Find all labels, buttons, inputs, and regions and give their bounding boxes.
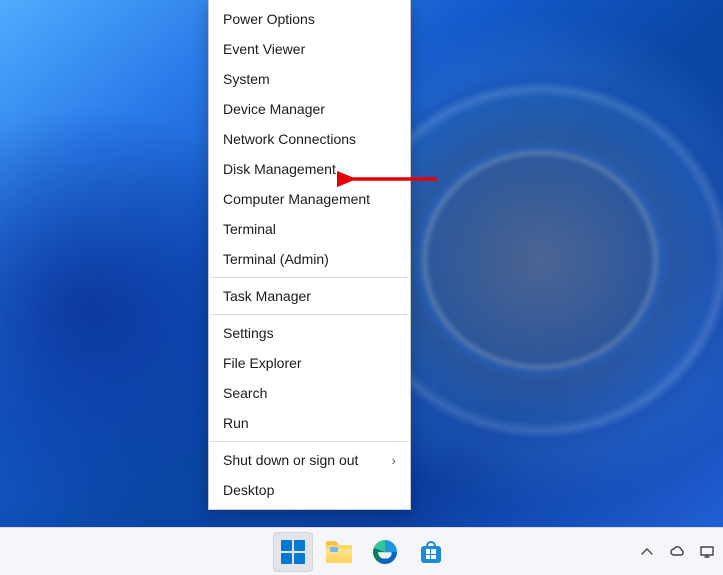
edge-icon (373, 540, 397, 564)
store-icon (419, 541, 443, 563)
menu-item-label: File Explorer (223, 355, 302, 371)
menu-item-label: Task Manager (223, 288, 311, 304)
tray-overflow[interactable] (637, 538, 657, 566)
menu-separator (210, 441, 409, 442)
menu-run[interactable]: Run (209, 408, 410, 438)
menu-device-manager[interactable]: Device Manager (209, 94, 410, 124)
folder-icon (326, 541, 352, 563)
menu-item-label: Shut down or sign out (223, 452, 358, 468)
start-button[interactable] (273, 532, 313, 572)
menu-computer-management[interactable]: Computer Management (209, 184, 410, 214)
tray-onedrive[interactable] (667, 538, 687, 566)
menu-event-viewer[interactable]: Event Viewer (209, 34, 410, 64)
menu-file-explorer[interactable]: File Explorer (209, 348, 410, 378)
menu-terminal[interactable]: Terminal (209, 214, 410, 244)
taskbar-file-explorer[interactable] (319, 532, 359, 572)
menu-network-connections[interactable]: Network Connections (209, 124, 410, 154)
menu-shutdown-signout[interactable]: Shut down or sign out › (209, 445, 410, 475)
menu-item-label: System (223, 71, 270, 87)
menu-item-label: Terminal (223, 221, 276, 237)
monitor-icon (699, 544, 715, 560)
taskbar-ms-store[interactable] (411, 532, 451, 572)
menu-settings[interactable]: Settings (209, 318, 410, 348)
menu-separator (210, 314, 409, 315)
taskbar (0, 527, 723, 575)
tray-display[interactable] (697, 538, 717, 566)
cloud-icon (669, 544, 685, 560)
windows-logo-icon (281, 540, 305, 564)
menu-item-label: Settings (223, 325, 274, 341)
menu-item-label: Network Connections (223, 131, 356, 147)
menu-item-label: Event Viewer (223, 41, 305, 57)
menu-desktop[interactable]: Desktop (209, 475, 410, 505)
menu-terminal-admin[interactable]: Terminal (Admin) (209, 244, 410, 274)
menu-item-label: Search (223, 385, 267, 401)
menu-item-label: Desktop (223, 482, 274, 498)
chevron-right-icon: › (392, 453, 396, 468)
menu-item-label: Disk Management (223, 161, 336, 177)
menu-item-label: Terminal (Admin) (223, 251, 329, 267)
menu-item-label: Computer Management (223, 191, 370, 207)
taskbar-edge[interactable] (365, 532, 405, 572)
winx-context-menu: Power Options Event Viewer System Device Ma… (208, 0, 411, 510)
menu-item-label: Device Manager (223, 101, 325, 117)
menu-item-label: Run (223, 415, 249, 431)
menu-task-manager[interactable]: Task Manager (209, 281, 410, 311)
menu-system[interactable]: System (209, 64, 410, 94)
menu-item-label: Power Options (223, 11, 315, 27)
menu-power-options[interactable]: Power Options (209, 4, 410, 34)
chevron-up-icon (639, 544, 655, 560)
menu-search[interactable]: Search (209, 378, 410, 408)
menu-separator (210, 277, 409, 278)
menu-disk-management[interactable]: Disk Management (209, 154, 410, 184)
